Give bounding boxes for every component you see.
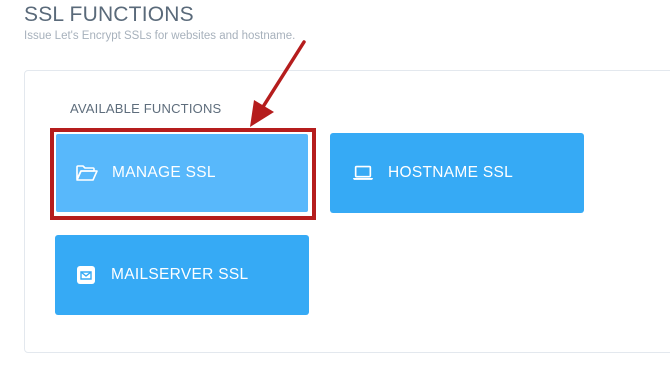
hostname-ssl-label: HOSTNAME SSL	[388, 164, 514, 181]
mailserver-ssl-button[interactable]: MAILSERVER SSL	[55, 235, 309, 315]
page: SSL FUNCTIONS Issue Let's Encrypt SSLs f…	[0, 0, 670, 367]
section-label: AVAILABLE FUNCTIONS	[70, 101, 222, 116]
folder-open-icon	[76, 162, 98, 184]
laptop-icon	[352, 162, 374, 184]
hostname-ssl-button[interactable]: HOSTNAME SSL	[330, 133, 584, 213]
manage-ssl-button[interactable]: MANAGE SSL	[55, 133, 309, 213]
manage-ssl-label: MANAGE SSL	[112, 164, 216, 181]
envelope-icon	[75, 264, 97, 286]
mailserver-ssl-label: MAILSERVER SSL	[111, 266, 249, 283]
page-title: SSL FUNCTIONS	[24, 3, 194, 26]
page-subtitle: Issue Let's Encrypt SSLs for websites an…	[24, 30, 296, 42]
